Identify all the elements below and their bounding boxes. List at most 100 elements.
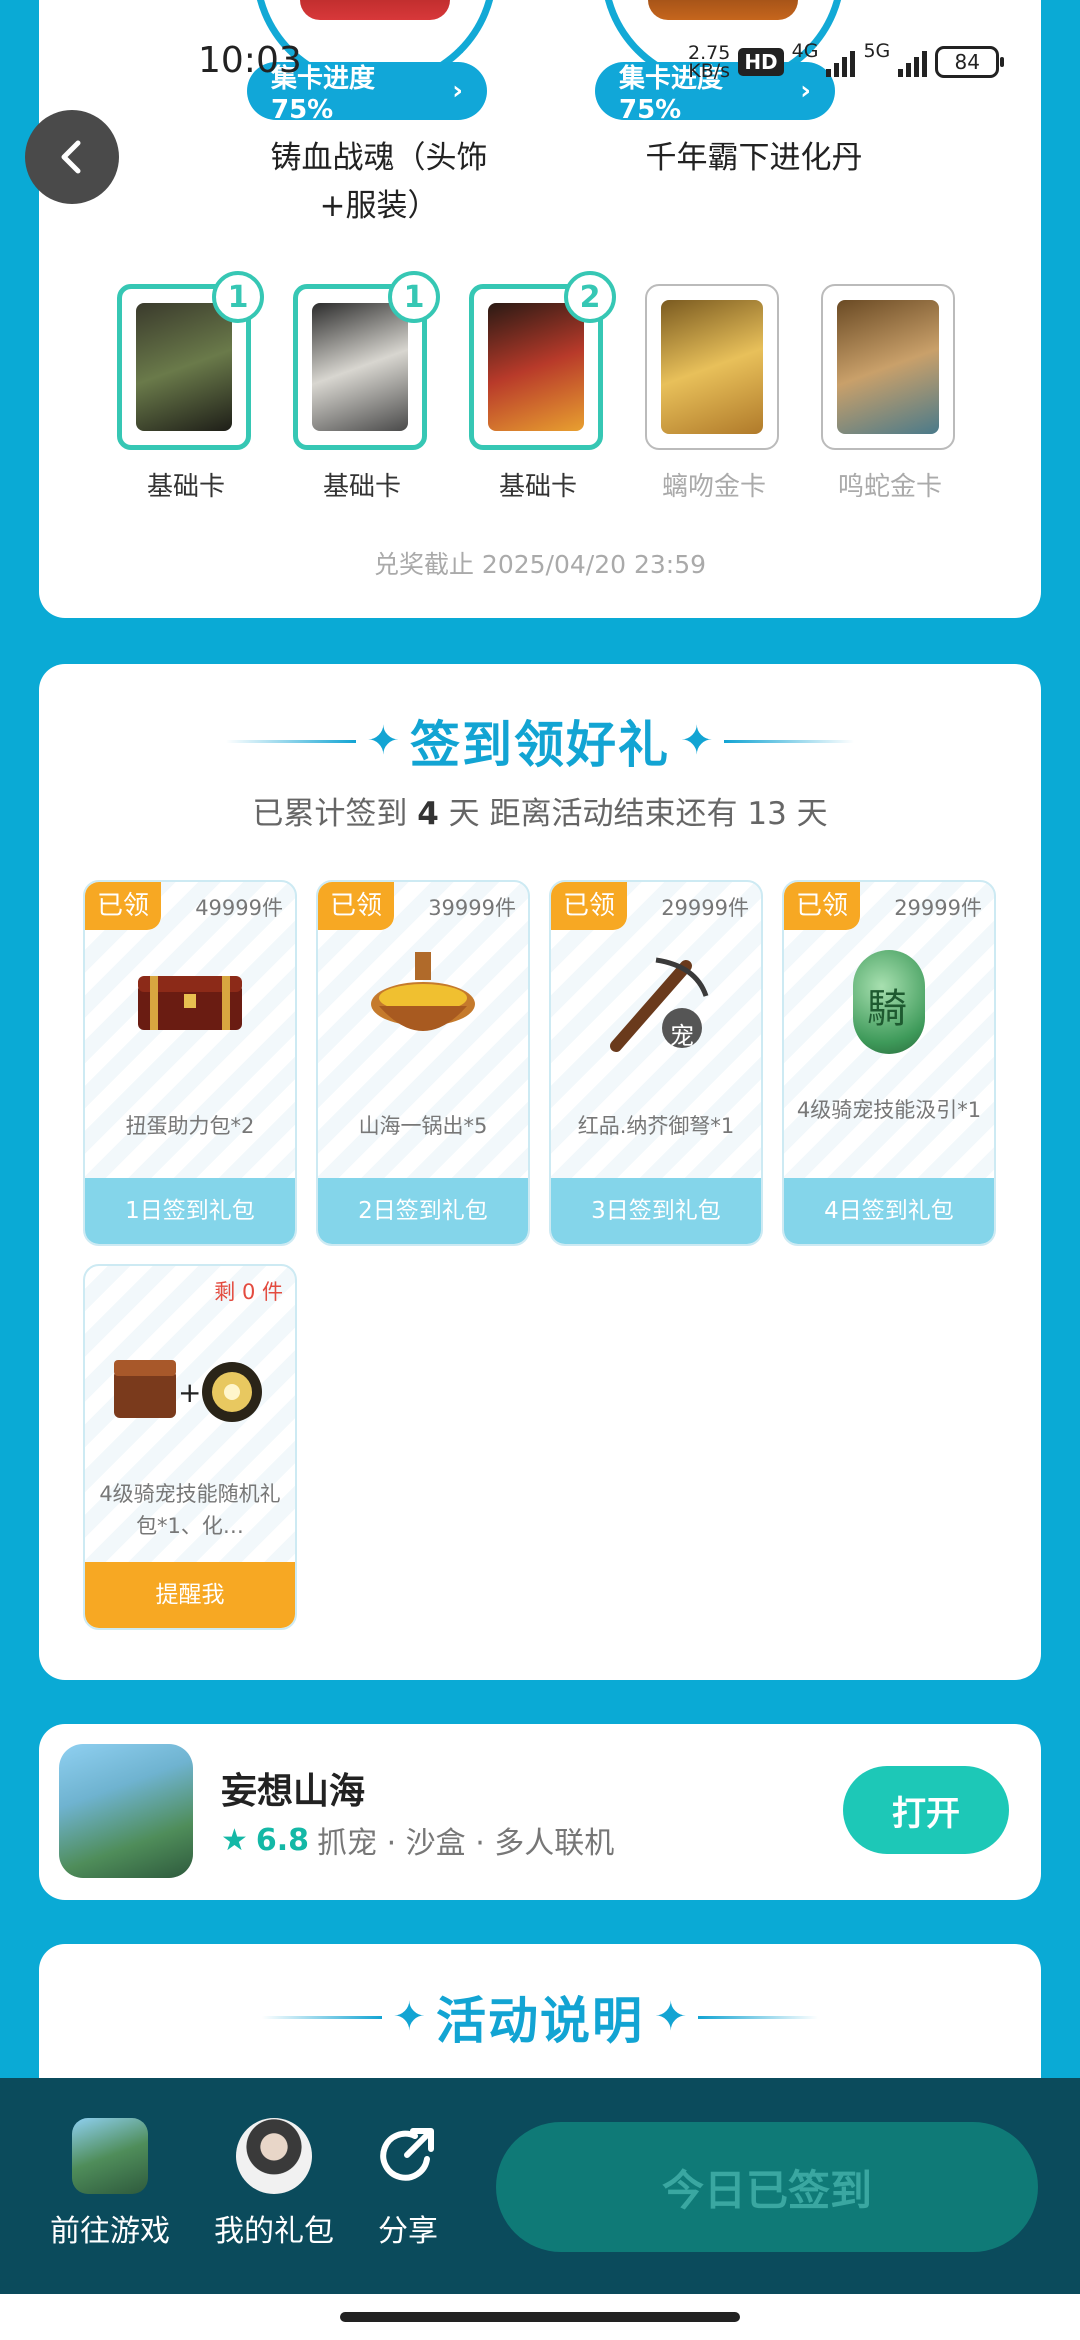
claimed-tag: 已领 <box>551 882 628 930</box>
svg-text:+: + <box>178 1376 201 1409</box>
card-count-badge: 1 <box>212 271 264 323</box>
gift-stock: 剩 0 件 <box>214 1280 283 1304</box>
chevron-left-icon <box>61 140 81 174</box>
card-image <box>488 303 584 431</box>
signin-title: 签到领好礼 <box>410 716 670 774</box>
gift-card[interactable]: 已领 29999件 宠 红品.纳芥御弩*1 3日签到礼包 <box>549 880 763 1246</box>
card-slot[interactable]: 1 <box>293 271 440 450</box>
share-button[interactable]: 分享 <box>338 2118 478 2250</box>
chest-icon <box>130 946 250 1056</box>
reward-name: 千年霸下进化丹 <box>574 134 934 182</box>
status-time: 10:03 <box>198 40 302 81</box>
go-game-label: 前往游戏 <box>50 2214 170 2249</box>
signin-title-row: ✦ 签到领好礼 ✦ <box>39 706 1041 776</box>
sparkle-icon: ✦ <box>654 1994 688 2040</box>
gift-card[interactable]: 已领 49999件 扭蛋助力包*2 1日签到礼包 <box>83 880 297 1246</box>
game-meta: ★ 6.8 抓宠 · 沙盒 · 多人联机 <box>221 1818 614 1862</box>
gift-claim-button[interactable]: 4日签到礼包 <box>784 1178 994 1244</box>
reward-name-line: +服装） <box>319 188 439 224</box>
claimed-tag: 已领 <box>318 882 395 930</box>
gift-claim-button[interactable]: 2日签到礼包 <box>318 1178 528 1244</box>
back-button[interactable] <box>25 110 119 204</box>
summary-text: 已累计签到 <box>252 796 408 832</box>
signal-icon <box>898 47 928 77</box>
title-decoration-line <box>723 739 854 743</box>
signin-card: ✦ 签到领好礼 ✦ 已累计签到 4 天 距离活动结束还有 13 天 已领 499… <box>39 664 1041 1680</box>
gift-claim-button[interactable]: 3日签到礼包 <box>551 1178 761 1244</box>
game-tags: 抓宠 · 沙盒 · 多人联机 <box>317 1826 615 1861</box>
game-icon[interactable] <box>59 1744 193 1878</box>
gift-card[interactable]: 已领 39999件 山海一锅出*5 2日签到礼包 <box>316 880 530 1246</box>
my-gifts-button[interactable]: 我的礼包 <box>204 2118 344 2250</box>
title-decoration-line <box>262 2015 383 2019</box>
game-thumbnail-icon <box>72 2118 148 2194</box>
gift-claim-button[interactable]: 1日签到礼包 <box>85 1178 295 1244</box>
home-indicator[interactable] <box>340 2312 740 2322</box>
card-label: 鸣蛇金卡 <box>837 472 942 502</box>
days-count: 4 <box>417 796 439 832</box>
remind-me-button[interactable]: 提醒我 <box>85 1562 295 1628</box>
sparkle-icon: ✦ <box>680 718 714 764</box>
title-decoration-line <box>697 2015 818 2019</box>
avatar <box>236 2118 312 2194</box>
card-label: 基础卡 <box>498 472 577 502</box>
go-game-button[interactable]: 前往游戏 <box>40 2118 180 2250</box>
claimed-tag: 已领 <box>85 882 162 930</box>
game-card: 妄想山海 ★ 6.8 抓宠 · 沙盒 · 多人联机 打开 <box>39 1724 1041 1900</box>
gift-card[interactable]: 已领 29999件 騎 4级骑宠技能汲引*1 4日签到礼包 <box>782 880 996 1246</box>
net-speed-unit: KB/s <box>688 60 731 82</box>
jade-seal-icon: 騎 <box>829 946 949 1056</box>
gift-name: 扭蛋助力包*2 <box>125 1114 255 1138</box>
gift-name: 4级骑宠技能随机礼包*1、化… <box>99 1482 281 1538</box>
card-slot[interactable] <box>821 284 955 450</box>
game-name: 妄想山海 <box>221 1771 366 1812</box>
gift-stock: 29999件 <box>661 896 749 920</box>
sparkle-icon: ✦ <box>366 718 400 764</box>
gift-stock: 39999件 <box>428 896 516 920</box>
card-slot[interactable]: 1 <box>117 271 264 450</box>
net-type: 4G <box>791 40 819 62</box>
card-image <box>312 303 408 431</box>
status-icons: 2.75 KB/s HD 4G 5G 84 <box>688 40 1005 84</box>
game-score: 6.8 <box>255 1822 310 1858</box>
title-decoration-line <box>226 739 357 743</box>
pet-badge: 宠 <box>670 1022 694 1050</box>
checked-in-button[interactable]: 今日已签到 <box>496 2122 1038 2252</box>
gift-name: 4级骑宠技能汲引*1 <box>796 1098 982 1122</box>
signal-icon <box>826 47 856 77</box>
redeem-deadline: 兑奖截止 2025/04/20 23:59 <box>373 550 707 579</box>
gift-name: 山海一锅出*5 <box>358 1114 488 1138</box>
chevron-right-icon: › <box>452 76 463 106</box>
card-count-badge: 2 <box>564 271 616 323</box>
gift-card[interactable]: 剩 0 件 + 4级骑宠技能随机礼包*1、化… 提醒我 <box>83 1264 297 1630</box>
open-game-button[interactable]: 打开 <box>843 1766 1009 1854</box>
card-label: 基础卡 <box>146 472 225 502</box>
collection-card: 集卡进度 75% › 集卡进度 75% › 铸血战魂（头饰 +服装） 千年霸下进… <box>39 0 1041 618</box>
card-label: 螭吻金卡 <box>661 472 766 502</box>
card-image <box>136 303 232 431</box>
activity-title: 活动说明 <box>436 1992 644 2050</box>
crossbow-icon: 宠 <box>596 946 716 1056</box>
bottom-action-bar: 前往游戏 我的礼包 分享 今日已签到 <box>0 2078 1080 2294</box>
reward-image <box>648 0 798 20</box>
gift-stock: 29999件 <box>894 896 982 920</box>
hotpot-icon <box>363 946 483 1056</box>
my-gifts-label: 我的礼包 <box>214 2214 334 2249</box>
activity-title-row: ✦ 活动说明 ✦ <box>39 1982 1041 2052</box>
share-label: 分享 <box>378 2214 438 2249</box>
card-image <box>661 300 763 434</box>
sparkle-icon: ✦ <box>392 1994 426 2040</box>
signin-summary: 已累计签到 4 天 距离活动结束还有 13 天 <box>39 788 1041 833</box>
reward-name-line: 千年霸下进化丹 <box>645 140 863 176</box>
gift-name: 红品.纳芥御弩*1 <box>577 1114 735 1138</box>
claimed-tag: 已领 <box>784 882 861 930</box>
reward-image <box>300 0 450 20</box>
net-speed: 2.75 KB/s <box>688 44 731 82</box>
star-icon: ★ <box>221 1822 248 1858</box>
card-slot[interactable] <box>645 284 779 450</box>
summary-text: 天 距离活动结束还有 13 天 <box>448 796 828 832</box>
card-slot[interactable]: 2 <box>469 271 616 450</box>
reward-name-line: 铸血战魂（头饰 <box>270 140 488 176</box>
card-count-badge: 1 <box>388 271 440 323</box>
reward-name: 铸血战魂（头饰 +服装） <box>219 134 539 230</box>
